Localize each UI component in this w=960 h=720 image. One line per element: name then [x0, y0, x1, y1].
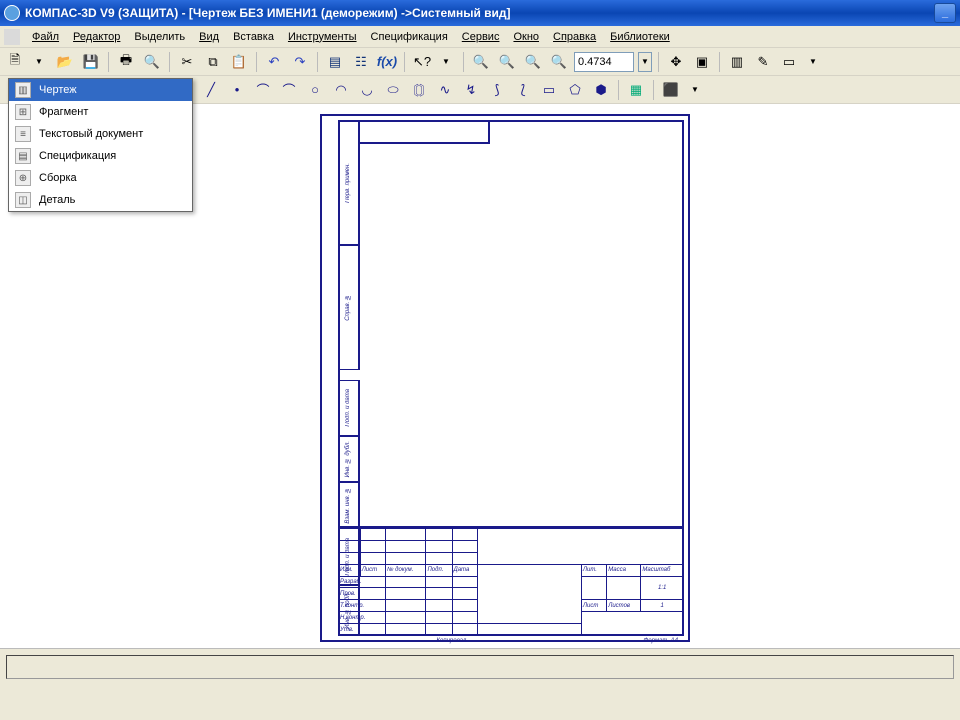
doc-icon [4, 29, 20, 45]
help-cursor-button[interactable]: ↖? [411, 51, 433, 73]
status-bar [0, 648, 960, 720]
undo-button[interactable]: ↶ [263, 51, 285, 73]
format-value: A4 [671, 638, 678, 644]
new-part-item[interactable]: ◫ Деталь [9, 189, 192, 211]
hatch-tool[interactable]: ▦ [625, 79, 647, 101]
side-col-upper: Перв. примен. Справ. № [338, 120, 360, 370]
new-dropdown-arrow[interactable]: ▼ [28, 51, 50, 73]
fragment-icon: ⊞ [15, 104, 31, 120]
circle-tool[interactable]: ○ [304, 79, 326, 101]
new-drawing-item[interactable]: ▥ Чертеж [9, 79, 192, 101]
menu-file[interactable]: Файл [26, 29, 65, 45]
minimize-button[interactable]: _ [934, 3, 956, 23]
drawing-icon: ▥ [15, 82, 31, 98]
new-file-dropdown[interactable]: ▥ Чертеж ⊞ Фрагмент ≡ Текстовый документ… [8, 78, 193, 212]
help-dropdown-arrow[interactable]: ▼ [435, 51, 457, 73]
open-arc-tool[interactable]: ◡ [356, 79, 378, 101]
pan-button[interactable]: ✥ [665, 51, 687, 73]
new-button[interactable]: 🗎 [4, 51, 26, 73]
shape-tool[interactable]: ⬢ [590, 79, 612, 101]
menu-tools[interactable]: Инструменты [282, 29, 363, 45]
menu-select[interactable]: Выделить [128, 29, 191, 45]
drawing-sheet[interactable]: Перв. примен. Справ. № Подп. и дата Инв.… [320, 114, 690, 642]
item-label: Сборка [39, 172, 77, 184]
views-button[interactable]: ▥ [726, 51, 748, 73]
upper-block [360, 120, 490, 144]
item-label: Текстовый документ [39, 128, 143, 140]
manager-button[interactable]: ▤ [324, 51, 346, 73]
fill-dropdown-arrow[interactable]: ▼ [684, 79, 706, 101]
item-label: Деталь [39, 194, 75, 206]
arc-tool[interactable]: ⌒ [252, 79, 274, 101]
item-label: Чертеж [39, 84, 77, 96]
curve2-tool[interactable]: ⟅ [512, 79, 534, 101]
item-label: Фрагмент [39, 106, 88, 118]
zoom-out-button[interactable]: 🔍 [496, 51, 518, 73]
redo-button[interactable]: ↷ [289, 51, 311, 73]
arc2-tool[interactable]: ⌒ [278, 79, 300, 101]
fx-button[interactable]: f(x) [376, 51, 398, 73]
status-inset [6, 655, 954, 679]
toolbar-main: 🗎 ▼ 📂 💾 🖶 🔍 ✂ ⧉ 📋 ↶ ↷ ▤ ☷ f(x) ↖? ▼ 🔍 🔍 … [0, 48, 960, 76]
arc3-tool[interactable]: ◠ [330, 79, 352, 101]
app-icon [4, 5, 20, 21]
point-tool[interactable]: • [226, 79, 248, 101]
menu-service[interactable]: Сервис [456, 29, 506, 45]
zoom-window-button[interactable]: 🔍 [522, 51, 544, 73]
print-button[interactable]: 🖶 [115, 51, 137, 73]
window-title: КОМПАС-3D V9 (ЗАЩИТА) - [Чертеж БЕЗ ИМЕН… [25, 6, 934, 20]
paste-button[interactable]: 📋 [228, 51, 250, 73]
spline-tool[interactable]: ∿ [434, 79, 456, 101]
save-button[interactable]: 💾 [80, 51, 102, 73]
item-label: Спецификация [39, 150, 116, 162]
menu-spec[interactable]: Спецификация [365, 29, 454, 45]
print-preview-button[interactable]: 🔍 [141, 51, 163, 73]
vars-button[interactable]: ☷ [350, 51, 372, 73]
menu-libs[interactable]: Библиотеки [604, 29, 676, 45]
zoom-dropdown[interactable]: ▼ [638, 52, 652, 72]
cut-button[interactable]: ✂ [176, 51, 198, 73]
rect-tool[interactable]: ▭ [538, 79, 560, 101]
display-dropdown-arrow[interactable]: ▼ [802, 51, 824, 73]
spec-icon: ▤ [15, 148, 31, 164]
curve-tool[interactable]: ⟆ [486, 79, 508, 101]
zoom-input[interactable] [574, 52, 634, 72]
new-fragment-item[interactable]: ⊞ Фрагмент [9, 101, 192, 123]
zoom-fit-button[interactable]: 🔍 [548, 51, 570, 73]
part-icon: ◫ [15, 192, 31, 208]
rebuild-button[interactable]: ▣ [691, 51, 713, 73]
new-assembly-item[interactable]: ⊕ Сборка [9, 167, 192, 189]
menu-window[interactable]: Окно [507, 29, 545, 45]
assembly-icon: ⊕ [15, 170, 31, 186]
open-button[interactable]: 📂 [54, 51, 76, 73]
window-titlebar: КОМПАС-3D V9 (ЗАЩИТА) - [Чертеж БЕЗ ИМЕН… [0, 0, 960, 26]
bracket-tool[interactable]: 〘〙 [408, 79, 430, 101]
fill-tool[interactable]: ⬛ [660, 79, 682, 101]
menu-help[interactable]: Справка [547, 29, 602, 45]
poly-tool[interactable]: ⬠ [564, 79, 586, 101]
format-label: Формат [643, 638, 667, 644]
menu-bar: Файл Редактор Выделить Вид Вставка Инстр… [0, 26, 960, 48]
menu-insert[interactable]: Вставка [227, 29, 280, 45]
display-button[interactable]: ▭ [778, 51, 800, 73]
polyline-tool[interactable]: ↯ [460, 79, 482, 101]
line-tool[interactable]: ╱ [200, 79, 222, 101]
new-spec-item[interactable]: ▤ Спецификация [9, 145, 192, 167]
menu-view[interactable]: Вид [193, 29, 225, 45]
ellipse-tool[interactable]: ⬭ [382, 79, 404, 101]
zoom-in-button[interactable]: 🔍 [470, 51, 492, 73]
layers-button[interactable]: ✎ [752, 51, 774, 73]
textdoc-icon: ≡ [15, 126, 31, 142]
copy-button[interactable]: ⧉ [202, 51, 224, 73]
menu-edit[interactable]: Редактор [67, 29, 126, 45]
title-block: Изм. Лист № докум. Подп. Дата Лит. Масса… [338, 526, 684, 636]
new-textdoc-item[interactable]: ≡ Текстовый документ [9, 123, 192, 145]
